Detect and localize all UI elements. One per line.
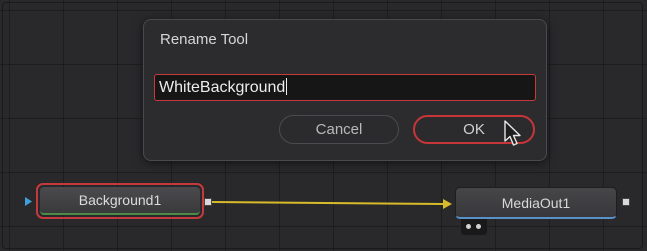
viewer-indicator[interactable] xyxy=(461,219,487,235)
rename-tool-dialog: Rename Tool WhiteBackground Cancel OK xyxy=(143,19,547,161)
mouse-pointer-icon xyxy=(504,120,521,146)
connection-arrowhead xyxy=(443,199,452,209)
viewer-dot-icon xyxy=(466,224,471,229)
viewer-dot-icon xyxy=(476,224,481,229)
cancel-button[interactable]: Cancel xyxy=(279,115,399,144)
tool-name-value: WhiteBackground xyxy=(159,79,286,96)
connection-wire xyxy=(211,201,445,205)
node-background1[interactable]: Background1 xyxy=(36,183,204,219)
dialog-title: Rename Tool xyxy=(160,31,249,48)
mediaout1-output-port[interactable] xyxy=(622,198,630,206)
node-background1-label: Background1 xyxy=(40,187,200,215)
input-triangle-icon xyxy=(25,197,32,206)
background1-output-port[interactable] xyxy=(204,198,212,206)
node-mediaout1[interactable]: MediaOut1 xyxy=(455,187,617,219)
node-mediaout1-label: MediaOut1 xyxy=(501,195,571,211)
tool-name-input[interactable]: WhiteBackground xyxy=(154,74,536,101)
text-caret xyxy=(286,78,288,95)
